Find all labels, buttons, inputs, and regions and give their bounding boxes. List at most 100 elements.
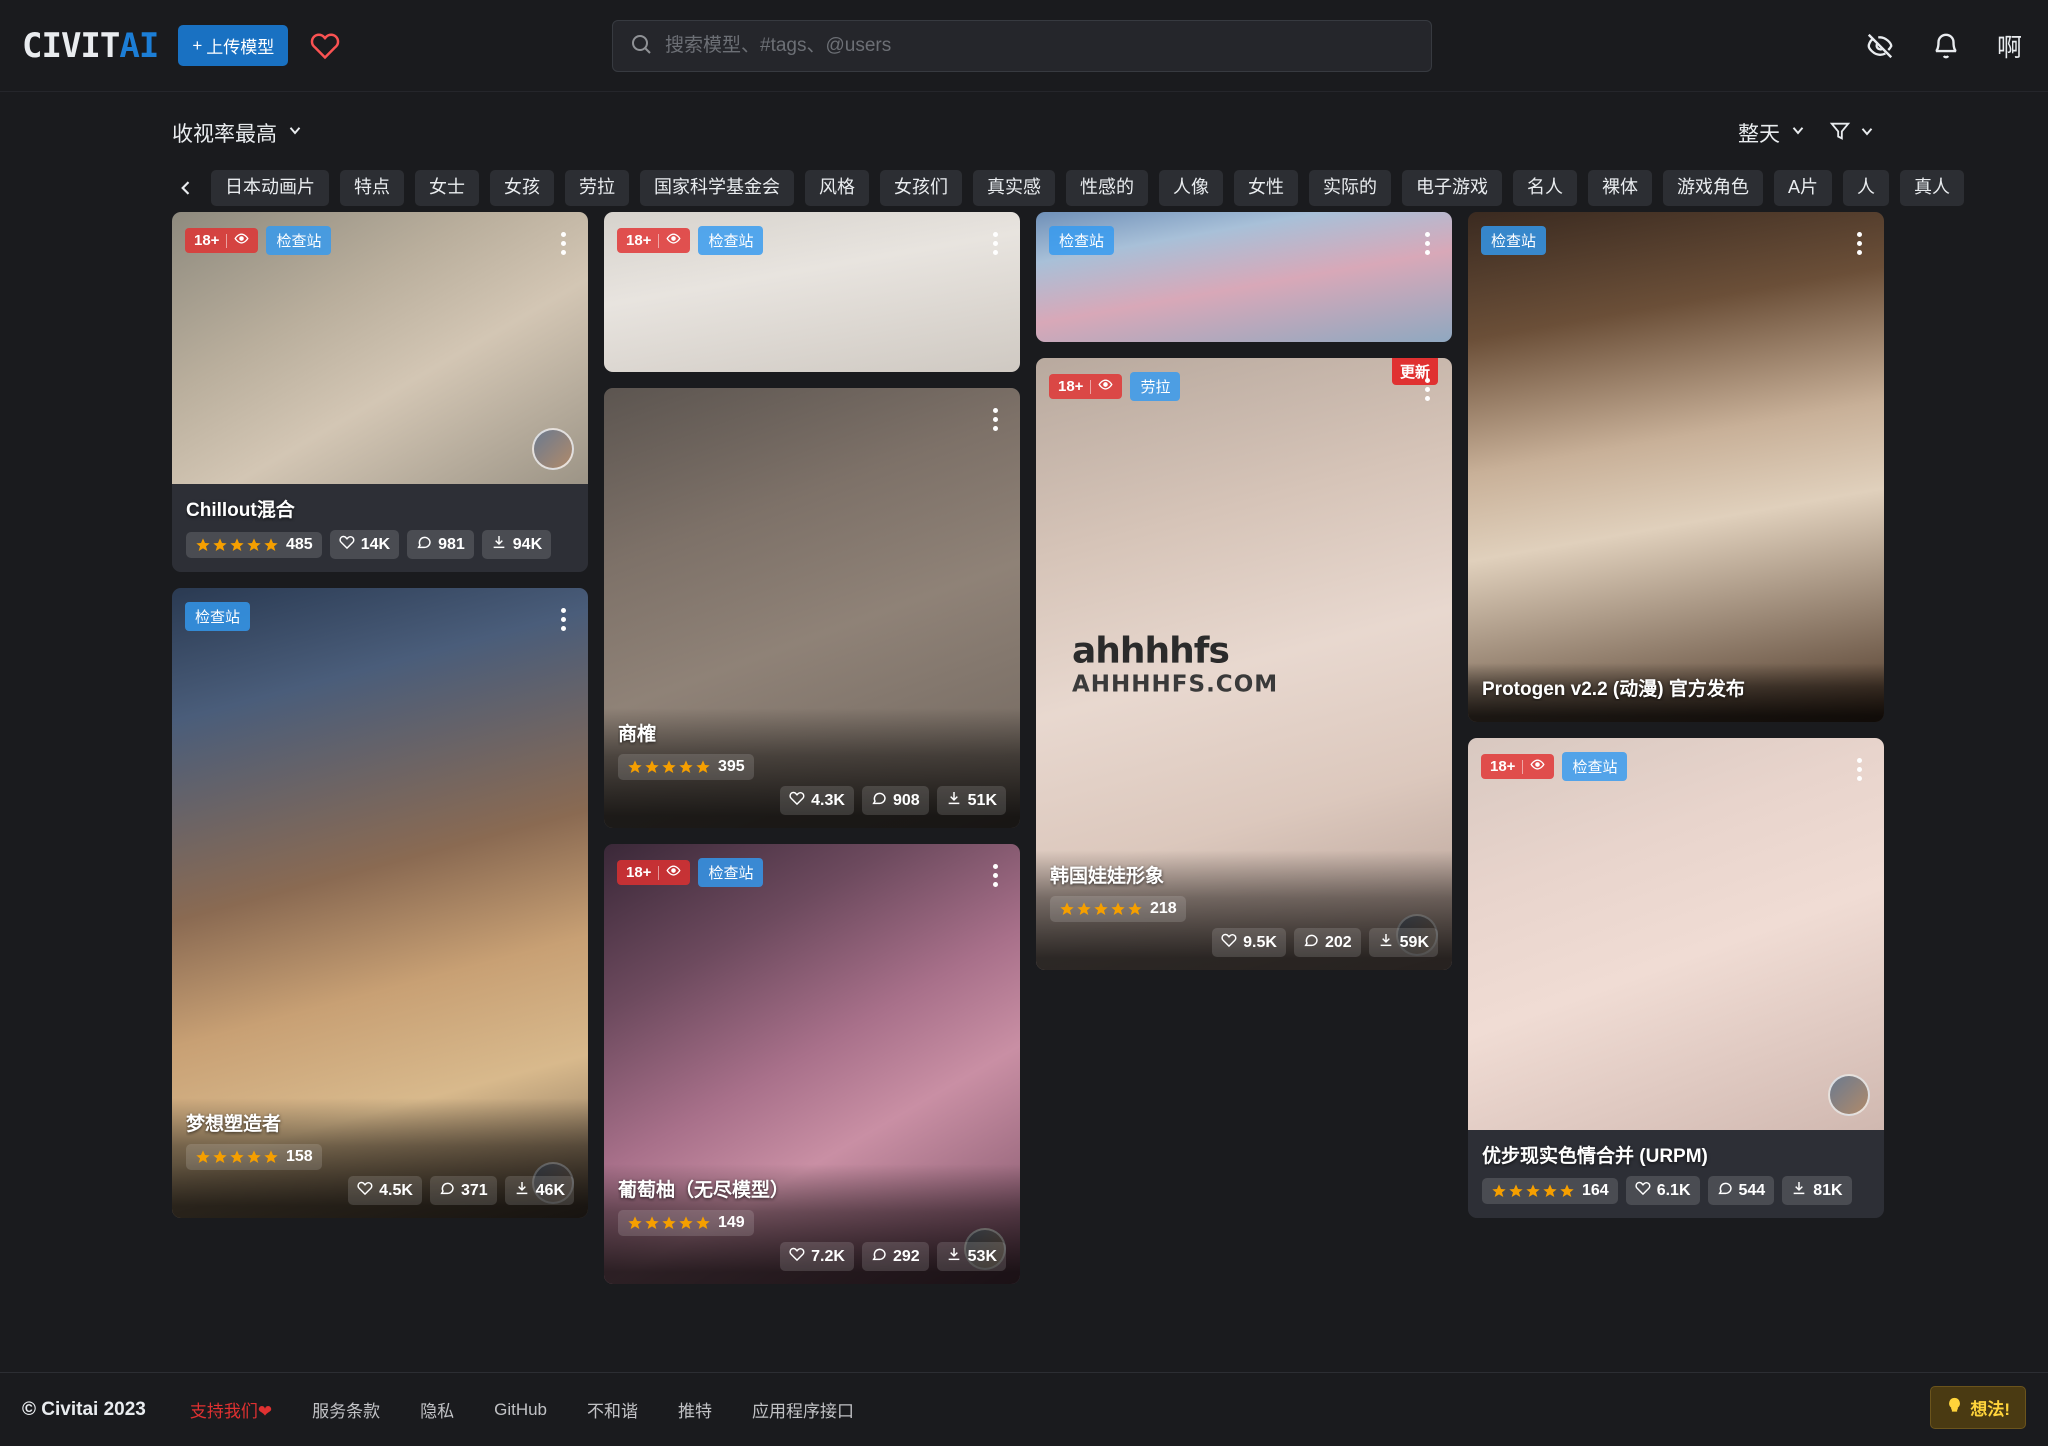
card-menu-button[interactable] (552, 604, 574, 634)
period-dropdown[interactable]: 整天 (1738, 118, 1807, 148)
heart-icon[interactable] (310, 31, 340, 61)
footer-link[interactable]: 应用程序接口 (752, 1397, 854, 1422)
likes-count: 6.1K (1656, 1181, 1691, 1199)
tag-pill[interactable]: 女士 (415, 170, 479, 206)
model-card[interactable]: 18+ 检查站 葡萄柚（无尽模型） 149 7.2K 292 53K (604, 844, 1020, 1284)
model-type-badge[interactable]: 检查站 (185, 602, 251, 631)
tag-pill[interactable]: 人 (1843, 170, 1890, 206)
search-bar[interactable] (612, 20, 1432, 72)
tag-pill[interactable]: 女性 (1234, 170, 1298, 206)
model-card[interactable]: 商榷 395 4.3K 908 51K (604, 388, 1020, 828)
card-meta: Protogen v2.2 (动漫) 官方发布 (1468, 663, 1884, 722)
tag-pill[interactable]: 性感的 (1066, 170, 1148, 206)
model-thumbnail[interactable]: 18+ 检查站 葡萄柚（无尽模型） 149 7.2K 292 53K (604, 844, 1020, 1284)
comment-icon (871, 790, 887, 811)
tag-pill[interactable]: 女孩 (490, 170, 554, 206)
card-stats-row-2: 4.3K 908 51K (618, 786, 1006, 815)
model-card[interactable]: 18+ 检查站 (604, 212, 1020, 372)
sort-dropdown[interactable]: 收视率最高 (172, 118, 304, 148)
footer-link[interactable]: 服务条款 (312, 1397, 380, 1422)
tag-pill[interactable]: 女孩们 (880, 170, 962, 206)
card-menu-button[interactable] (1416, 374, 1438, 404)
search-input[interactable] (665, 35, 1415, 57)
watermark-line1: ahhhhfs (1072, 630, 1230, 672)
model-thumbnail[interactable]: 商榷 395 4.3K 908 51K (604, 388, 1020, 828)
filter-button[interactable] (1829, 120, 1876, 147)
chevron-left-icon[interactable] (176, 178, 196, 198)
downloads-chip: 94K (481, 530, 552, 559)
model-type-badge[interactable]: 检查站 (266, 226, 332, 255)
model-type-badge[interactable]: 检查站 (698, 858, 764, 887)
card-menu-button[interactable] (984, 404, 1006, 434)
footer-link[interactable]: GitHub (494, 1400, 547, 1420)
rating-count: 218 (1150, 900, 1177, 917)
star-rating-icon (627, 1215, 711, 1231)
model-thumbnail[interactable]: 18+ 检查站 (604, 212, 1020, 372)
model-thumbnail[interactable]: 18+ 检查站 (172, 212, 588, 484)
tag-pill[interactable]: 真实感 (973, 170, 1055, 206)
tag-pill[interactable]: 电子游戏 (1402, 170, 1502, 206)
comments-chip: 371 (429, 1176, 497, 1205)
tag-pill[interactable]: 裸体 (1588, 170, 1652, 206)
model-card[interactable]: 检查站 (1036, 212, 1452, 342)
user-avatar-button[interactable]: 啊 (1997, 28, 2022, 64)
tag-pill[interactable]: 国家科学基金会 (640, 170, 794, 206)
header-actions: 啊 (1865, 0, 2022, 92)
model-thumbnail[interactable]: 检查站 梦想塑造者 158 4.5K 371 46K (172, 588, 588, 1218)
tag-pill[interactable]: 游戏角色 (1663, 170, 1763, 206)
model-card[interactable]: 18+ 检查站 优步现实色情合并 (URPM) 164 6.1K 544 81K (1468, 738, 1884, 1218)
card-menu-button[interactable] (1848, 754, 1870, 784)
nsfw-badge[interactable]: 18+ (1481, 754, 1555, 779)
avatar[interactable] (1828, 1074, 1870, 1116)
model-type-badge[interactable]: 检查站 (1049, 226, 1115, 255)
nsfw-badge[interactable]: 18+ (617, 860, 691, 885)
nsfw-badge[interactable]: 18+ (617, 228, 691, 253)
model-thumbnail[interactable]: 18+ 检查站 (1468, 738, 1884, 1130)
civitai-logo[interactable]: CIVIT AI (22, 26, 159, 66)
avatar[interactable] (532, 428, 574, 470)
model-card[interactable]: 检查站 Protogen v2.2 (动漫) 官方发布 (1468, 212, 1884, 722)
footer-link[interactable]: 支持我们❤ (190, 1397, 272, 1422)
footer-link[interactable]: 隐私 (420, 1397, 454, 1422)
model-type-badge[interactable]: 劳拉 (1130, 372, 1181, 401)
tag-pill[interactable]: 名人 (1513, 170, 1577, 206)
eye-off-icon[interactable] (1865, 31, 1895, 61)
tag-pill[interactable]: 人像 (1159, 170, 1223, 206)
nsfw-badge[interactable]: 18+ (1049, 374, 1123, 399)
model-card[interactable]: 18+ 检查站 Chillout混合 485 14K 981 94K (172, 212, 588, 572)
model-thumbnail[interactable]: 检查站 (1036, 212, 1452, 342)
tag-pill[interactable]: 特点 (340, 170, 404, 206)
tag-pill[interactable]: 劳拉 (565, 170, 629, 206)
tag-pill[interactable]: 实际的 (1309, 170, 1391, 206)
card-menu-button[interactable] (1848, 228, 1870, 258)
card-menu-button[interactable] (552, 228, 574, 258)
footer-link[interactable]: 不和谐 (587, 1397, 638, 1422)
upload-model-button[interactable]: + 上传模型 (178, 25, 289, 66)
lightbulb-icon (1946, 1397, 1963, 1419)
model-thumbnail[interactable]: 检查站 Protogen v2.2 (动漫) 官方发布 (1468, 212, 1884, 722)
feedback-label: 想法! (1970, 1400, 2010, 1419)
model-thumbnail[interactable]: 18+ 劳拉 更新 ahhhhfs AHHHHFS.COM 韩国娃娃形象 218 9.5K 20… (1036, 358, 1452, 970)
model-title: 优步现实色情合并 (URPM) (1482, 1146, 1708, 1167)
card-menu-button[interactable] (1416, 228, 1438, 258)
model-type-badge[interactable]: 检查站 (698, 226, 764, 255)
model-card[interactable]: 检查站 梦想塑造者 158 4.5K 371 46K (172, 588, 588, 1218)
card-menu-button[interactable] (984, 228, 1006, 258)
card-menu-button[interactable] (984, 860, 1006, 890)
feedback-button[interactable]: 想法! (1930, 1386, 2026, 1429)
nsfw-badge[interactable]: 18+ (185, 228, 259, 253)
model-type-badge[interactable]: 检查站 (1481, 226, 1547, 255)
tag-filter-row: 日本动画片 特点 女士 女孩 劳拉 国家科学基金会 风格 女孩们 真实感 性感的 人像 女性 实际的 电子… (0, 165, 2048, 211)
tag-pill[interactable]: 真人 (1900, 170, 1965, 206)
tag-pill[interactable]: 风格 (805, 170, 869, 206)
tag-pill[interactable]: 日本动画片 (211, 170, 329, 206)
downloads-chip: 53K (936, 1242, 1006, 1271)
footer-link[interactable]: 推特 (678, 1397, 712, 1422)
bell-icon[interactable] (1931, 31, 1961, 61)
downloads-count: 53K (967, 1247, 997, 1265)
model-card[interactable]: 18+ 劳拉 更新 ahhhhfs AHHHHFS.COM 韩国娃娃形象 218 9.5K 20… (1036, 358, 1452, 970)
tag-pill[interactable]: A片 (1774, 170, 1833, 206)
model-type-badge[interactable]: 检查站 (1562, 752, 1628, 781)
downloads-chip: 81K (1782, 1176, 1852, 1205)
heart-icon (789, 1246, 805, 1267)
